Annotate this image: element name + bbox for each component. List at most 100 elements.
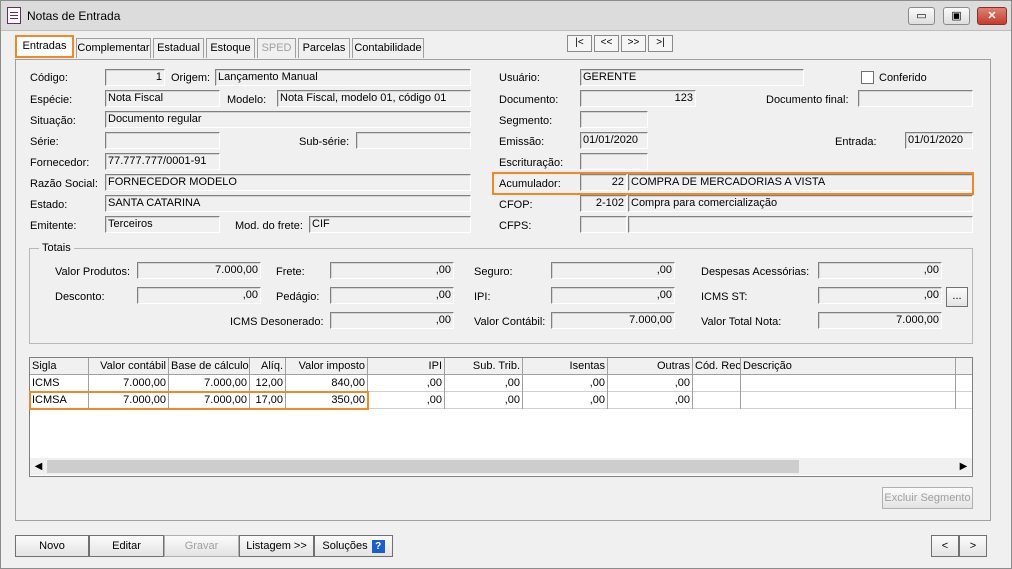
icms-st-detail-button[interactable]: ... <box>946 287 968 307</box>
modelo-field[interactable]: Nota Fiscal, modelo 01, código 01 <box>277 90 471 107</box>
acumulador-code-field[interactable]: 22 <box>580 174 627 191</box>
documento-field[interactable]: 123 <box>580 90 696 107</box>
first-record-button[interactable]: |< <box>567 35 592 52</box>
especie-label: Espécie: <box>30 94 73 106</box>
col-sub-trib[interactable]: Sub. Trib. <box>445 358 523 375</box>
scroll-left-icon[interactable]: ◀ <box>30 458 47 475</box>
col-cod-rec[interactable]: Cód. Rec. <box>693 358 741 375</box>
tab-complementar[interactable]: Complementar <box>76 38 151 58</box>
fornecedor-field[interactable]: 77.777.777/0001-91 <box>105 153 220 170</box>
cell-descricao <box>741 375 956 392</box>
despesas-acessorias-field[interactable]: ,00 <box>818 262 942 279</box>
razao-social-field[interactable]: FORNECEDOR MODELO <box>105 174 471 191</box>
cell-cod-rec <box>693 392 741 409</box>
impostos-grid[interactable]: Sigla Valor contábil Base de cálculo Alí… <box>29 357 973 477</box>
acumulador-description-field[interactable]: COMPRA DE MERCADORIAS A VISTA <box>628 174 973 191</box>
listagem-button[interactable]: Listagem >> <box>239 535 314 557</box>
especie-field[interactable]: Nota Fiscal <box>105 90 220 107</box>
estado-label: Estado: <box>30 199 68 211</box>
icms-st-field[interactable]: ,00 <box>818 287 942 304</box>
icms-desonerado-label: ICMS Desonerado: <box>230 316 324 328</box>
tab-contabilidade[interactable]: Contabilidade <box>352 38 424 58</box>
modelo-label: Modelo: <box>227 94 267 106</box>
valor-produtos-label: Valor Produtos: <box>55 266 131 278</box>
tab-parcelas[interactable]: Parcelas <box>298 38 350 58</box>
maximize-button[interactable]: ▣ <box>943 7 970 25</box>
cfop-code-field[interactable]: 2-102 <box>580 195 627 212</box>
horizontal-scrollbar[interactable]: ◀ ▶ <box>30 458 972 475</box>
serie-label: Série: <box>30 136 59 148</box>
pedagio-field[interactable]: ,00 <box>330 287 454 304</box>
cfop-description-field[interactable]: Compra para comercialização <box>628 195 973 212</box>
mod-frete-field[interactable]: CIF <box>309 216 471 233</box>
subserie-field[interactable] <box>356 132 471 149</box>
col-aliquota[interactable]: Alíq. <box>250 358 286 375</box>
tab-entradas[interactable]: Entradas <box>15 35 74 58</box>
cell-sub-trib: ,00 <box>445 392 523 409</box>
emitente-field[interactable]: Terceiros <box>105 216 220 233</box>
usuario-field[interactable]: GERENTE <box>580 69 804 86</box>
icms-desonerado-field[interactable]: ,00 <box>330 312 454 329</box>
escrituracao-field[interactable] <box>580 153 648 170</box>
cfps-label: CFPS: <box>499 220 532 232</box>
icms-st-label: ICMS ST: <box>701 291 748 303</box>
tab-estoque[interactable]: Estoque <box>206 38 255 58</box>
seguro-field[interactable]: ,00 <box>551 262 675 279</box>
entrada-field[interactable]: 01/01/2020 <box>905 132 973 149</box>
situacao-field[interactable]: Documento regular <box>105 111 471 128</box>
col-valor-imposto[interactable]: Valor imposto <box>286 358 368 375</box>
excluir-segmento-button: Excluir Segmento <box>882 487 973 509</box>
desconto-field[interactable]: ,00 <box>137 287 261 304</box>
fornecedor-label: Fornecedor: <box>30 157 90 169</box>
col-valor-contabil[interactable]: Valor contábil <box>89 358 169 375</box>
last-record-button[interactable]: >| <box>648 35 673 52</box>
ipi-field[interactable]: ,00 <box>551 287 675 304</box>
table-row[interactable]: ICMSA 7.000,00 7.000,00 17,00 350,00 ,00… <box>30 392 972 409</box>
usuario-label: Usuário: <box>499 72 540 84</box>
next-record-button[interactable]: >> <box>621 35 646 52</box>
previous-page-button[interactable]: < <box>931 535 959 557</box>
col-descricao[interactable]: Descrição <box>741 358 956 375</box>
pedagio-label: Pedágio: <box>276 291 320 303</box>
segmento-field[interactable] <box>580 111 648 128</box>
title-bar: Notas de Entrada ▭ ▣ ✕ <box>1 1 1011 31</box>
col-sigla[interactable]: Sigla <box>30 358 89 375</box>
cell-valor-contabil: 7.000,00 <box>89 375 169 392</box>
origem-label: Origem: <box>171 72 211 84</box>
col-isentas[interactable]: Isentas <box>523 358 608 375</box>
editar-button[interactable]: Editar <box>89 535 164 557</box>
valor-total-nota-field[interactable]: 7.000,00 <box>818 312 942 329</box>
next-page-button[interactable]: > <box>959 535 987 557</box>
estado-field[interactable]: SANTA CATARINA <box>105 195 471 212</box>
previous-record-button[interactable]: << <box>594 35 619 52</box>
frete-field[interactable]: ,00 <box>330 262 454 279</box>
cell-base-calculo: 7.000,00 <box>169 392 250 409</box>
valor-contabil-label: Valor Contábil: <box>474 316 546 328</box>
cell-sigla: ICMS <box>30 375 89 392</box>
documento-final-field[interactable] <box>858 90 973 107</box>
minimize-button[interactable]: ▭ <box>908 7 935 25</box>
novo-button[interactable]: Novo <box>15 535 89 557</box>
col-outras[interactable]: Outras <box>608 358 693 375</box>
tab-estadual[interactable]: Estadual <box>153 38 204 58</box>
valor-contabil-field[interactable]: 7.000,00 <box>551 312 675 329</box>
main-window: Notas de Entrada ▭ ▣ ✕ Entradas Compleme… <box>0 0 1012 569</box>
valor-produtos-field[interactable]: 7.000,00 <box>137 262 261 279</box>
emissao-field[interactable]: 01/01/2020 <box>580 132 648 149</box>
acumulador-label: Acumulador: <box>499 178 561 190</box>
cfps-description-field[interactable] <box>628 216 973 233</box>
cfps-code-field[interactable] <box>580 216 627 233</box>
window-title: Notas de Entrada <box>27 9 121 23</box>
conferido-checkbox[interactable] <box>861 71 874 84</box>
origem-field[interactable]: Lançamento Manual <box>215 69 471 86</box>
document-icon <box>7 7 21 24</box>
table-row[interactable]: ICMS 7.000,00 7.000,00 12,00 840,00 ,00 … <box>30 375 972 392</box>
solucoes-button[interactable]: Soluções? <box>314 535 393 557</box>
codigo-field[interactable]: 1 <box>105 69 165 86</box>
serie-field[interactable] <box>105 132 220 149</box>
close-button[interactable]: ✕ <box>977 7 1007 25</box>
col-base-calculo[interactable]: Base de cálculo <box>169 358 250 375</box>
scrollbar-thumb[interactable] <box>47 460 799 473</box>
scroll-right-icon[interactable]: ▶ <box>955 458 972 475</box>
col-ipi[interactable]: IPI <box>368 358 445 375</box>
